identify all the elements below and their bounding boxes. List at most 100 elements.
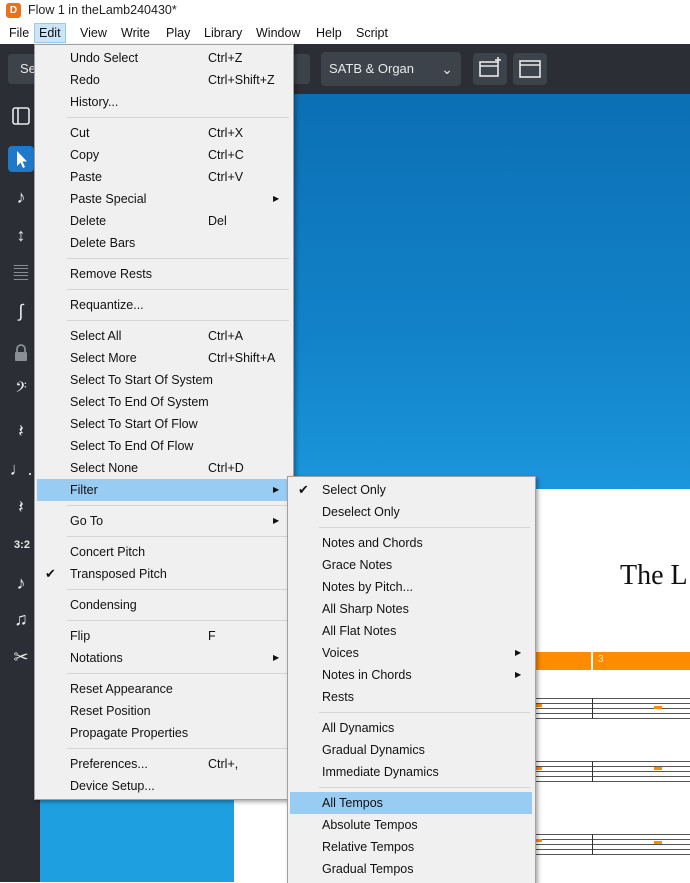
bar-number: 3: [598, 654, 604, 665]
menu-item-label: Rests: [322, 690, 354, 704]
menu-item-label: Select None: [70, 461, 139, 475]
menu-item-label: Requantize...: [70, 298, 144, 312]
edit-item-cut[interactable]: Cut Ctrl+X: [37, 122, 291, 144]
edit-item-select-to-end-of-flow[interactable]: Select To End Of Flow: [37, 435, 291, 457]
edit-item-history[interactable]: History...: [37, 91, 291, 113]
edit-item-select-more[interactable]: Select More Ctrl+Shift+A: [37, 347, 291, 369]
menu-play[interactable]: Play: [161, 25, 195, 41]
edit-item-undo-select[interactable]: Undo Select Ctrl+Z: [37, 47, 291, 69]
clef-icon[interactable]: 𝄢: [8, 376, 34, 402]
menu-window[interactable]: Window: [251, 25, 305, 41]
edit-item-filter[interactable]: Filter ▶: [37, 479, 291, 501]
filter-item-deselect-only[interactable]: Deselect Only: [290, 501, 532, 523]
edit-item-reset-appearance[interactable]: Reset Appearance: [37, 678, 291, 700]
filter-item-all-dynamics[interactable]: All Dynamics: [290, 717, 532, 739]
filter-item-rests[interactable]: Rests: [290, 686, 532, 708]
menu-library[interactable]: Library: [199, 25, 247, 41]
menu-bar: File Edit View Write Play Library Window…: [0, 22, 690, 44]
menu-separator: [67, 320, 289, 321]
filter-item-voices[interactable]: Voices ▶: [290, 642, 532, 664]
menu-edit[interactable]: Edit: [34, 23, 66, 43]
staff[interactable]: [534, 761, 690, 782]
signpost-bar: [536, 652, 690, 670]
menu-item-label: Notes and Chords: [322, 536, 423, 550]
filter-item-immediate-dynamics[interactable]: Immediate Dynamics: [290, 761, 532, 783]
edit-item-propagate-properties[interactable]: Propagate Properties: [37, 722, 291, 744]
menu-item-label: All Sharp Notes: [322, 602, 409, 616]
menu-item-label: Preferences...: [70, 757, 148, 771]
checkmark-icon: ✔: [45, 566, 56, 581]
edit-item-select-to-end-of-system[interactable]: Select To End Of System: [37, 391, 291, 413]
pitch-icon[interactable]: ↕: [8, 222, 34, 248]
menu-help[interactable]: Help: [311, 25, 347, 41]
menu-item-label: Condensing: [70, 598, 137, 612]
dotted-note-icon[interactable]: ♩.: [8, 456, 34, 482]
menu-separator: [319, 712, 530, 713]
score-title[interactable]: The L: [620, 560, 688, 592]
pointer-icon[interactable]: [8, 146, 34, 172]
edit-item-transposed-pitch[interactable]: ✔ Transposed Pitch: [37, 563, 291, 585]
staff[interactable]: [534, 834, 690, 855]
edit-item-remove-rests[interactable]: Remove Rests: [37, 263, 291, 285]
edit-item-preferences[interactable]: Preferences... Ctrl+,: [37, 753, 291, 775]
filter-item-grace-notes[interactable]: Grace Notes: [290, 554, 532, 576]
submenu-arrow-icon: ▶: [273, 516, 280, 525]
add-window-icon[interactable]: [473, 53, 507, 85]
edit-item-paste-special[interactable]: Paste Special ▶: [37, 188, 291, 210]
filter-item-notes-and-chords[interactable]: Notes and Chords: [290, 532, 532, 554]
menu-item-label: All Dynamics: [322, 721, 395, 735]
slur-icon[interactable]: ∫: [8, 298, 34, 324]
filter-item-relative-tempos[interactable]: Relative Tempos: [290, 836, 532, 858]
layout-select-value: SATB & Organ: [329, 61, 415, 76]
filter-item-absolute-tempos[interactable]: Absolute Tempos: [290, 814, 532, 836]
edit-item-redo[interactable]: Redo Ctrl+Shift+Z: [37, 69, 291, 91]
filter-item-notes-by-pitch[interactable]: Notes by Pitch...: [290, 576, 532, 598]
edit-item-device-setup[interactable]: Device Setup...: [37, 775, 291, 797]
grace-note-icon[interactable]: ♪: [8, 570, 34, 596]
edit-item-select-none[interactable]: Select None Ctrl+D: [37, 457, 291, 479]
window-icon[interactable]: [513, 53, 547, 85]
submenu-arrow-icon: ▶: [273, 194, 280, 203]
title-bar: D Flow 1 in theLamb240430*: [0, 0, 690, 22]
menu-script[interactable]: Script: [351, 25, 393, 41]
quarter-rest-icon[interactable]: 𝄽: [8, 494, 34, 520]
menu-item-label: Select To Start Of System: [70, 373, 213, 387]
edit-item-flip[interactable]: Flip F: [37, 625, 291, 647]
edit-item-condensing[interactable]: Condensing: [37, 594, 291, 616]
edit-item-copy[interactable]: Copy Ctrl+C: [37, 144, 291, 166]
scissors-icon[interactable]: ✂: [8, 644, 34, 670]
menu-item-label: Delete: [70, 214, 107, 228]
edit-item-select-to-start-of-system[interactable]: Select To Start Of System: [37, 369, 291, 391]
filter-item-all-sharp-notes[interactable]: All Sharp Notes: [290, 598, 532, 620]
menu-write[interactable]: Write: [116, 25, 155, 41]
menu-item-label: Select To End Of System: [70, 395, 209, 409]
edit-item-go-to[interactable]: Go To ▶: [37, 510, 291, 532]
filter-item-all-tempos[interactable]: All Tempos: [290, 792, 532, 814]
filter-item-gradual-tempos[interactable]: Gradual Tempos: [290, 858, 532, 880]
edit-item-select-all[interactable]: Select All Ctrl+A: [37, 325, 291, 347]
edit-item-delete-bars[interactable]: Delete Bars: [37, 232, 291, 254]
panel-toggle-icon[interactable]: [8, 103, 34, 129]
menu-item-shortcut: Del: [208, 214, 227, 228]
filter-item-select-only[interactable]: ✔ Select Only: [290, 479, 532, 501]
filter-item-all-flat-notes[interactable]: All Flat Notes: [290, 620, 532, 642]
edit-item-notations[interactable]: Notations ▶: [37, 647, 291, 669]
edit-item-concert-pitch[interactable]: Concert Pitch: [37, 541, 291, 563]
edit-item-paste[interactable]: Paste Ctrl+V: [37, 166, 291, 188]
edit-item-select-to-start-of-flow[interactable]: Select To Start Of Flow: [37, 413, 291, 435]
tremolo-icon[interactable]: 𝄚: [8, 260, 34, 286]
edit-item-reset-position[interactable]: Reset Position: [37, 700, 291, 722]
submenu-arrow-icon: ▶: [515, 648, 522, 657]
menu-file[interactable]: File: [4, 25, 34, 41]
edit-item-requantize[interactable]: Requantize...: [37, 294, 291, 316]
tie-icon[interactable]: ♫: [8, 606, 34, 632]
edit-item-delete[interactable]: Delete Del: [37, 210, 291, 232]
staff[interactable]: [534, 698, 690, 719]
note-input-icon[interactable]: ♪: [8, 184, 34, 210]
rest-icon[interactable]: 𝄽: [8, 418, 34, 444]
layout-select[interactable]: SATB & Organ ⌄: [321, 52, 461, 86]
filter-item-gradual-dynamics[interactable]: Gradual Dynamics: [290, 739, 532, 761]
menu-view[interactable]: View: [75, 25, 112, 41]
lock-icon[interactable]: [8, 340, 34, 366]
filter-item-notes-in-chords[interactable]: Notes in Chords ▶: [290, 664, 532, 686]
